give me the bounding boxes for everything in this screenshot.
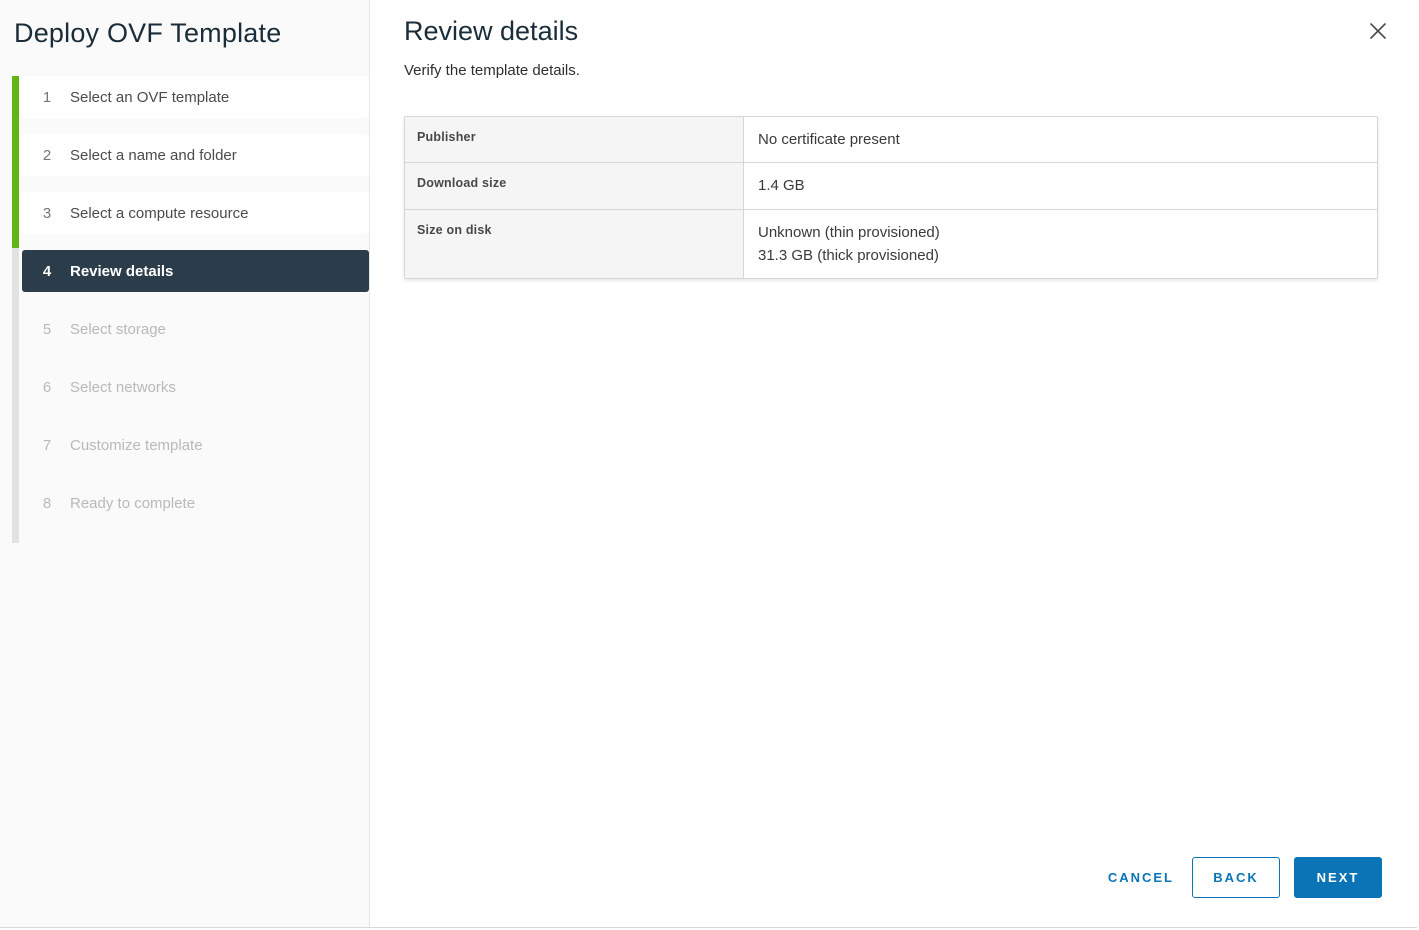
step-review-details[interactable]: 4 Review details: [22, 250, 369, 292]
row-label: Size on disk: [405, 210, 744, 279]
step-number: 2: [38, 147, 56, 164]
wizard-steps-list: 1 Select an OVF template 2 Select a name…: [22, 76, 369, 540]
step-label: Customize template: [70, 437, 203, 454]
dialog-title: Deploy OVF Template: [0, 0, 369, 49]
page-subtitle: Verify the template details.: [404, 62, 1378, 79]
cancel-button[interactable]: CANCEL: [1102, 869, 1180, 886]
step-number: 7: [38, 437, 56, 454]
row-value-line: No certificate present: [758, 128, 1363, 151]
table-row-download-size: Download size 1.4 GB: [405, 163, 1377, 209]
close-icon: [1366, 19, 1390, 43]
step-customize-template: 7 Customize template: [22, 424, 369, 466]
wizard-progress-track: [12, 76, 19, 543]
row-value: Unknown (thin provisioned) 31.3 GB (thic…: [744, 210, 1377, 279]
step-select-compute-resource[interactable]: 3 Select a compute resource: [22, 192, 369, 234]
step-select-name-folder[interactable]: 2 Select a name and folder: [22, 134, 369, 176]
step-label: Select an OVF template: [70, 89, 229, 106]
table-row-size-on-disk: Size on disk Unknown (thin provisioned) …: [405, 210, 1377, 279]
step-label: Ready to complete: [70, 495, 195, 512]
step-label: Select networks: [70, 379, 176, 396]
row-label: Publisher: [405, 117, 744, 162]
step-ready-to-complete: 8 Ready to complete: [22, 482, 369, 524]
step-number: 3: [38, 205, 56, 222]
step-label: Review details: [70, 263, 173, 280]
wizard-footer: CANCEL BACK NEXT: [1102, 857, 1382, 898]
step-number: 6: [38, 379, 56, 396]
deploy-ovf-template-dialog: Deploy OVF Template 1 Select an OVF temp…: [0, 0, 1417, 928]
table-row-publisher: Publisher No certificate present: [405, 117, 1377, 163]
wizard-progress-completed: [12, 76, 19, 248]
row-value: 1.4 GB: [744, 163, 1377, 208]
row-value-line: Unknown (thin provisioned): [758, 221, 1363, 244]
close-button[interactable]: [1366, 19, 1390, 43]
page-title: Review details: [404, 16, 1378, 47]
step-number: 4: [38, 263, 56, 280]
step-select-storage: 5 Select storage: [22, 308, 369, 350]
next-button[interactable]: NEXT: [1294, 857, 1382, 898]
step-label: Select storage: [70, 321, 166, 338]
step-select-ovf-template[interactable]: 1 Select an OVF template: [22, 76, 369, 118]
step-number: 1: [38, 89, 56, 106]
row-value-line: 1.4 GB: [758, 174, 1363, 197]
step-label: Select a compute resource: [70, 205, 248, 222]
step-number: 8: [38, 495, 56, 512]
row-value: No certificate present: [744, 117, 1377, 162]
row-label: Download size: [405, 163, 744, 208]
step-label: Select a name and folder: [70, 147, 237, 164]
back-button[interactable]: BACK: [1192, 857, 1280, 898]
wizard-content: Review details Verify the template detai…: [370, 0, 1418, 927]
row-value-line: 31.3 GB (thick provisioned): [758, 244, 1363, 267]
template-details-table: Publisher No certificate present Downloa…: [404, 116, 1378, 279]
step-number: 5: [38, 321, 56, 338]
step-select-networks: 6 Select networks: [22, 366, 369, 408]
wizard-sidebar: Deploy OVF Template 1 Select an OVF temp…: [0, 0, 370, 927]
